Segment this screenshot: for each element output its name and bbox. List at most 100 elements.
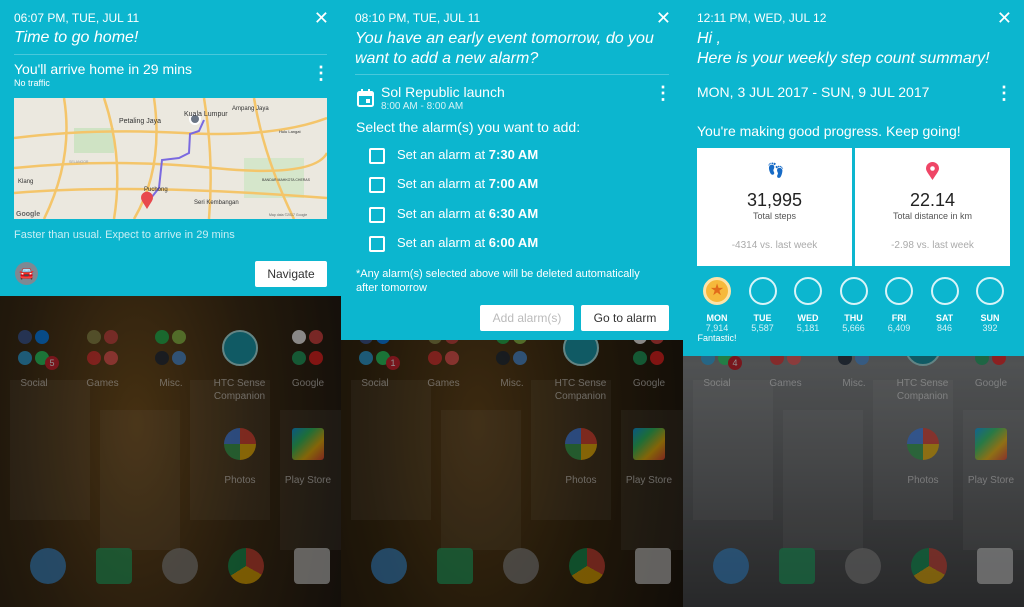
alarm-option-time: 6:00 AM (488, 234, 539, 250)
star-icon: ★ (703, 277, 731, 305)
map-label: Klang (18, 179, 33, 185)
day-label: SAT (935, 313, 954, 323)
steps-card: 12:11 PM, WED, JUL 12 ✕ Hi , Here is you… (683, 0, 1024, 356)
arrival-headline: You'll arrive home in 29 mins (14, 61, 193, 77)
map-label: Puchong (144, 187, 168, 193)
day-progress-sun[interactable]: SUN 392 (970, 277, 1010, 333)
map-label: SELANGOR (69, 160, 89, 164)
card-title: Time to go home! (14, 29, 139, 46)
card-title-line2: want to add a new alarm? (355, 50, 539, 67)
day-label: THU (844, 313, 863, 323)
alarm-option-time: 7:30 AM (488, 147, 539, 162)
close-icon[interactable]: ✕ (997, 8, 1012, 29)
day-label: WED (797, 313, 819, 323)
alarm-option-label[interactable]: Set an alarm at 7:00 AM (397, 176, 538, 191)
total-distance-tile: 22.14 Total distance in km -2.98 vs. las… (855, 148, 1010, 266)
day-steps: 846 (936, 323, 953, 333)
alarm-checkbox[interactable] (369, 206, 385, 223)
alarm-checkbox[interactable] (369, 177, 385, 194)
day-label: TUE (753, 313, 772, 323)
alarm-checkbox[interactable] (369, 235, 385, 252)
total-steps-tile: 👣 31,995 Total steps -4314 vs. last week (697, 148, 852, 266)
progress-ring (885, 277, 913, 305)
day-steps: 5,181 (796, 323, 820, 333)
day-note: Fantastic! (697, 333, 737, 343)
day-label: FRI (891, 313, 907, 323)
alarm-option-prefix: Set an alarm at (397, 147, 489, 162)
card-title: Here is your weekly step count summary! (697, 50, 990, 67)
day-progress-fri[interactable]: FRI 6,409 (879, 277, 919, 333)
alarm-option-label[interactable]: Set an alarm at 6:30 AM (397, 206, 538, 221)
day-label: MON (706, 313, 728, 323)
day-label: SUN (980, 313, 1000, 323)
progress-message: You're making good progress. Keep going! (697, 123, 961, 139)
map-label: Petaling Jaya (119, 118, 161, 125)
map-attribution: Map data ©2017 Google (269, 213, 307, 217)
alarm-option-time: 6:30 AM (488, 205, 539, 221)
day-progress-thu[interactable]: THU 5,666 (834, 277, 874, 333)
progress-ring (748, 277, 777, 305)
close-icon[interactable]: ✕ (656, 8, 671, 29)
card-timestamp: 06:07 PM, TUE, JUL 11 (14, 11, 140, 25)
footsteps-icon: 👣 (767, 162, 785, 178)
alarm-checkbox[interactable] (369, 148, 385, 164)
google-logo: Google (16, 211, 40, 218)
alarm-option-label[interactable]: Set an alarm at 7:30 AM (397, 147, 538, 162)
day-steps: 5,666 (842, 323, 865, 333)
day-progress-tue[interactable]: TUE 5,587 (743, 277, 783, 333)
go-to-alarm-button[interactable]: Go to alarm (581, 305, 669, 331)
day-progress-mon[interactable]: ★ MON 7,914 Fantastic! (697, 277, 737, 343)
more-options-icon[interactable]: ⋮ (995, 84, 1013, 102)
progress-ring (976, 277, 1004, 305)
map-label: Seri Kembangan (194, 200, 239, 206)
close-icon[interactable]: ✕ (314, 8, 329, 29)
alarm-option-prefix: Set an alarm at (397, 234, 489, 250)
progress-ring (930, 277, 959, 305)
day-progress-sat[interactable]: SAT 846 (925, 277, 965, 333)
alarm-option-label[interactable]: Set an alarm at 6:00 AM (397, 235, 538, 250)
add-alarms-button[interactable]: Add alarm(s) (480, 305, 574, 331)
distance-comparison: -2.98 vs. last week (891, 240, 974, 251)
event-time: 8:00 AM - 8:00 AM (381, 101, 464, 112)
map-label: BANDAR MAHKOTA CHERAS (262, 178, 311, 182)
navigate-button[interactable]: Navigate (255, 261, 327, 287)
phone-screen-alarm: Social Games Misc. HTC Sense Companion Googl… (341, 0, 683, 607)
calendar-icon (357, 89, 374, 107)
day-steps: 6,409 (887, 323, 911, 333)
total-steps-value: 31,995 (746, 190, 803, 210)
event-name: Sol Republic launch (381, 84, 505, 100)
footnote-line2: after tomorrow (356, 282, 427, 294)
day-steps: 7,914 (705, 323, 729, 333)
steps-comparison: -4314 vs. last week (731, 240, 818, 251)
day-steps: 392 (982, 323, 998, 333)
map-label: Ampang Jaya (232, 106, 269, 112)
alarm-option-time: 7:00 AM (488, 176, 539, 192)
travel-card: 06:07 PM, TUE, JUL 11 ✕ Time to go home!… (0, 0, 341, 296)
date-range: MON, 3 JUL 2017 - SUN, 9 JUL 2017 (697, 84, 930, 100)
card-title-line1: You have an early event tomorrow, do you (355, 30, 654, 47)
traffic-status: No traffic (14, 78, 50, 88)
route-map[interactable]: Petaling Jaya Kuala Lumpur Ampang Jaya H… (14, 98, 327, 219)
divider (355, 74, 669, 75)
footnote-line1: *Any alarm(s) selected above will be del… (356, 268, 640, 280)
divider (14, 54, 327, 55)
card-timestamp: 08:10 PM, TUE, JUL 11 (355, 11, 481, 25)
alarm-prompt: Select the alarm(s) you want to add: (356, 119, 581, 135)
more-options-icon[interactable]: ⋮ (654, 84, 672, 102)
alarm-option-prefix: Set an alarm at (397, 205, 489, 221)
map-label: Hulu Langat (279, 129, 301, 134)
phone-screen-travel: Social Games Misc. HTC Sense Companion Googl… (0, 0, 341, 607)
total-steps-label: Total steps (752, 211, 797, 221)
phone-screen-steps: Social Games Misc. HTC Sense Companion Googl… (683, 0, 1024, 607)
alarm-option-prefix: Set an alarm at (397, 176, 489, 192)
day-progress-wed[interactable]: WED 5,181 (788, 277, 828, 333)
day-steps: 5,587 (751, 323, 774, 333)
eta-note: Faster than usual. Expect to arrive in 2… (14, 229, 235, 241)
total-distance-label: Total distance in km (892, 211, 973, 221)
map-label: Kuala Lumpur (184, 111, 228, 118)
more-options-icon[interactable]: ⋮ (312, 64, 330, 82)
progress-ring (794, 277, 822, 305)
total-distance-value: 22.14 (909, 190, 956, 210)
location-pin-icon (926, 162, 939, 180)
greeting: Hi , (697, 30, 721, 47)
